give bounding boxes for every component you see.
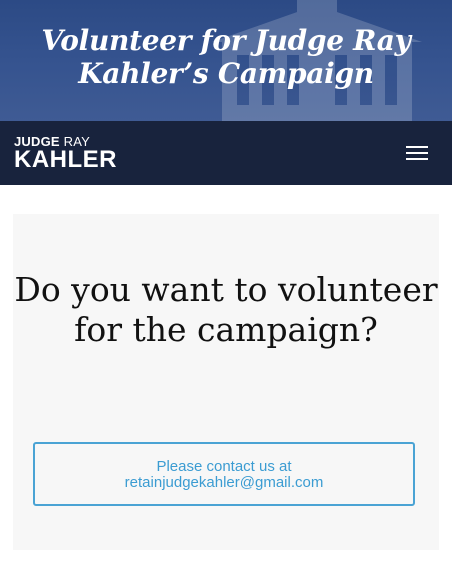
menu-bar [406, 158, 428, 160]
site-logo[interactable]: JUDGE RAY KAHLER [14, 135, 117, 173]
menu-bar [406, 152, 428, 154]
hamburger-menu-icon[interactable] [406, 146, 428, 162]
contact-email-link[interactable]: retainjudgekahler@gmail.com [35, 475, 413, 491]
hero-banner: Volunteer for Judge Ray Kahler’s Campaig… [0, 0, 452, 121]
volunteer-card: Do you want to volunteer for the campaig… [13, 214, 439, 550]
contact-button[interactable]: Please contact us at retainjudgekahler@g… [33, 442, 415, 506]
logo-kahler-text: KAHLER [14, 146, 117, 173]
navbar: JUDGE RAY KAHLER [0, 121, 452, 185]
contact-text: Please contact us at [156, 458, 292, 475]
page-title: Volunteer for Judge Ray Kahler’s Campaig… [41, 24, 411, 90]
volunteer-heading: Do you want to volunteer for the campaig… [14, 270, 438, 349]
menu-bar [406, 146, 428, 148]
